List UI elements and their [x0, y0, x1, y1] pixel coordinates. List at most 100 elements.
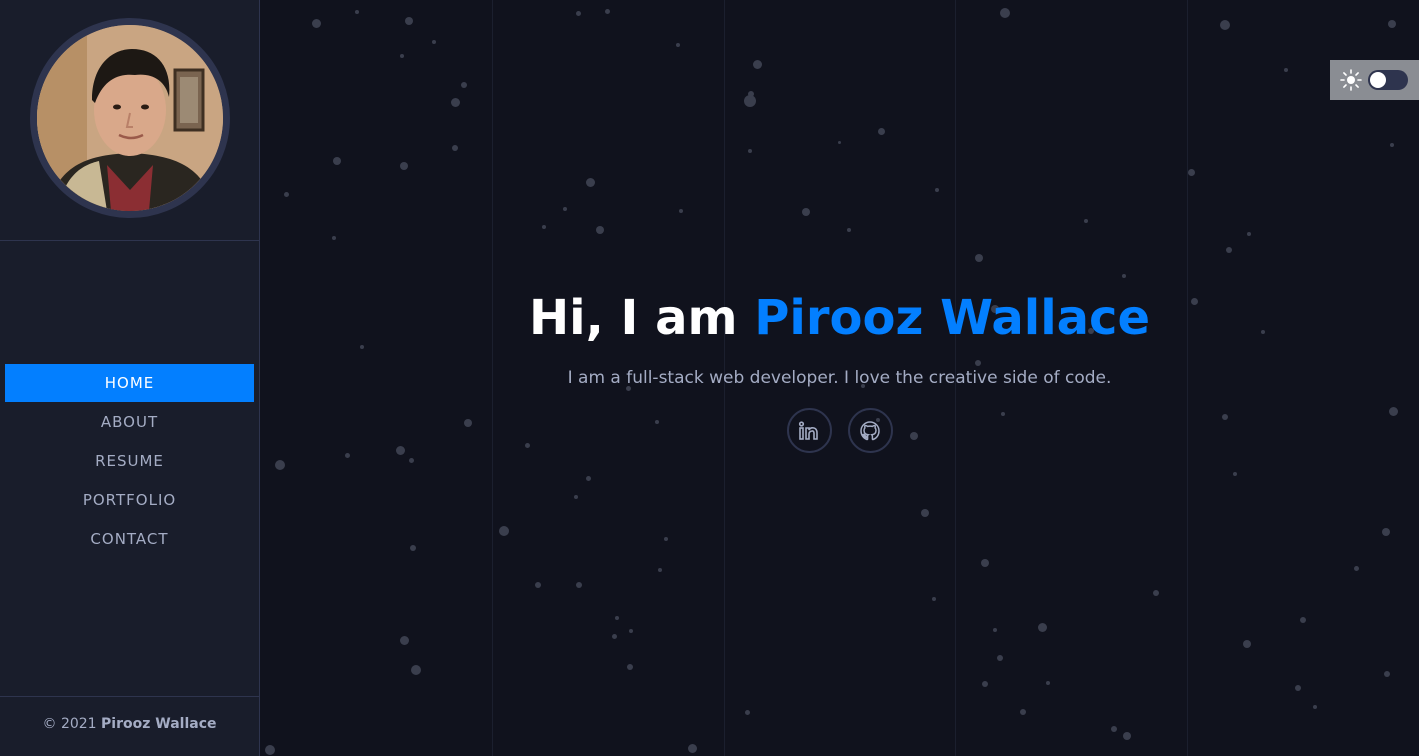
particle-dot [586, 178, 595, 187]
dark-mode-switch[interactable] [1368, 70, 1408, 90]
particle-dot [1084, 219, 1088, 223]
hero-title: Hi, I am Pirooz Wallace [260, 290, 1419, 346]
particle-dot [1382, 528, 1390, 536]
particle-dot [1226, 247, 1232, 253]
particle-dot [745, 710, 750, 715]
particle-dot [612, 634, 617, 639]
particle-dot [586, 476, 591, 481]
hero-tagline: I am a full-stack web developer. I love … [567, 368, 1112, 388]
particle-dot [410, 545, 416, 551]
particle-dot [1284, 68, 1288, 72]
avatar-photo [37, 25, 223, 211]
main-content: Hi, I am Pirooz Wallace I am a full-stac… [260, 0, 1419, 756]
particle-dot [629, 629, 633, 633]
particle-dot [1123, 732, 1131, 740]
particle-dot [997, 655, 1003, 661]
particle-dot [284, 192, 289, 197]
particle-dot [1388, 20, 1396, 28]
avatar [30, 18, 230, 218]
particle-dot [1384, 671, 1390, 677]
particle-dot [1390, 143, 1394, 147]
particle-dot [1300, 617, 1306, 623]
particle-dot [1153, 590, 1159, 596]
particle-dot [878, 128, 885, 135]
copyright-prefix: © 2021 [42, 716, 97, 732]
particle-dot [993, 628, 997, 632]
particle-dot [658, 568, 662, 572]
particle-dot [1111, 726, 1117, 732]
particle-dot [400, 636, 409, 645]
particle-dot [981, 559, 989, 567]
particle-dot [847, 228, 851, 232]
particle-dot [332, 236, 336, 240]
copyright-name[interactable]: Pirooz Wallace [101, 716, 216, 732]
particle-dot [615, 616, 619, 620]
particle-dot [1247, 232, 1251, 236]
linkedin-icon [798, 420, 818, 440]
nav-item-home[interactable]: HOME [5, 364, 254, 402]
particle-dot [265, 745, 275, 755]
nav-item-portfolio[interactable]: PORTFOLIO [5, 481, 254, 520]
particle-dot [1038, 623, 1047, 632]
linkedin-button[interactable] [786, 408, 832, 453]
particle-dot [664, 537, 668, 541]
main-nav: HOME ABOUT RESUME PORTFOLIO CONTACT [0, 364, 259, 559]
particle-dot [405, 17, 413, 25]
sidebar-divider [0, 696, 259, 697]
particle-dot [932, 597, 936, 601]
particle-dot [1295, 685, 1301, 691]
particle-dot [1020, 709, 1026, 715]
nav-item-about[interactable]: ABOUT [5, 403, 254, 442]
hero-name: Pirooz Wallace [754, 290, 1151, 346]
sidebar: HOME ABOUT RESUME PORTFOLIO CONTACT © 20… [0, 0, 260, 756]
particle-dot [1122, 274, 1126, 278]
particle-dot [355, 10, 359, 14]
particle-dot [452, 145, 458, 151]
particle-dot [461, 82, 467, 88]
particle-dot [935, 188, 939, 192]
particle-dot [753, 60, 762, 69]
social-links [260, 408, 1419, 453]
particle-dot [333, 157, 341, 165]
particle-dot [1220, 20, 1230, 30]
particle-dot [1354, 566, 1359, 571]
particle-dot [542, 225, 546, 229]
nav-item-resume[interactable]: RESUME [5, 442, 254, 481]
copyright: © 2021 Pirooz Wallace [0, 716, 259, 732]
github-button[interactable] [847, 408, 893, 453]
particle-dot [802, 208, 810, 216]
particle-dot [688, 744, 697, 753]
particle-dot [838, 141, 841, 144]
particle-dot [312, 19, 321, 28]
particle-dot [499, 526, 509, 536]
nav-item-contact[interactable]: CONTACT [5, 520, 254, 559]
particle-dot [563, 207, 567, 211]
particle-dot [627, 664, 633, 670]
particle-dot [275, 460, 285, 470]
particle-dot [535, 582, 541, 588]
particle-dot [676, 43, 680, 47]
particle-dot [921, 509, 929, 517]
hero-greeting: Hi, I am [528, 290, 738, 346]
particle-dot [576, 582, 582, 588]
particle-dot [975, 254, 983, 262]
particle-dot [574, 495, 578, 499]
particle-dot [1000, 8, 1010, 18]
particle-dot [1188, 169, 1195, 176]
particle-dot [411, 665, 421, 675]
particle-dot [605, 9, 610, 14]
particle-dot [409, 458, 414, 463]
particle-dot [400, 54, 404, 58]
particle-dot [982, 681, 988, 687]
particle-dot [1243, 640, 1251, 648]
particle-dot [679, 209, 683, 213]
particle-dot [345, 453, 350, 458]
particle-dot [748, 149, 752, 153]
sun-icon [1340, 69, 1362, 91]
particle-dot [748, 91, 754, 97]
particle-dot [451, 98, 460, 107]
particle-dot [1046, 681, 1050, 685]
switch-knob [1370, 72, 1386, 88]
github-icon [860, 420, 880, 440]
particle-dot [576, 11, 581, 16]
